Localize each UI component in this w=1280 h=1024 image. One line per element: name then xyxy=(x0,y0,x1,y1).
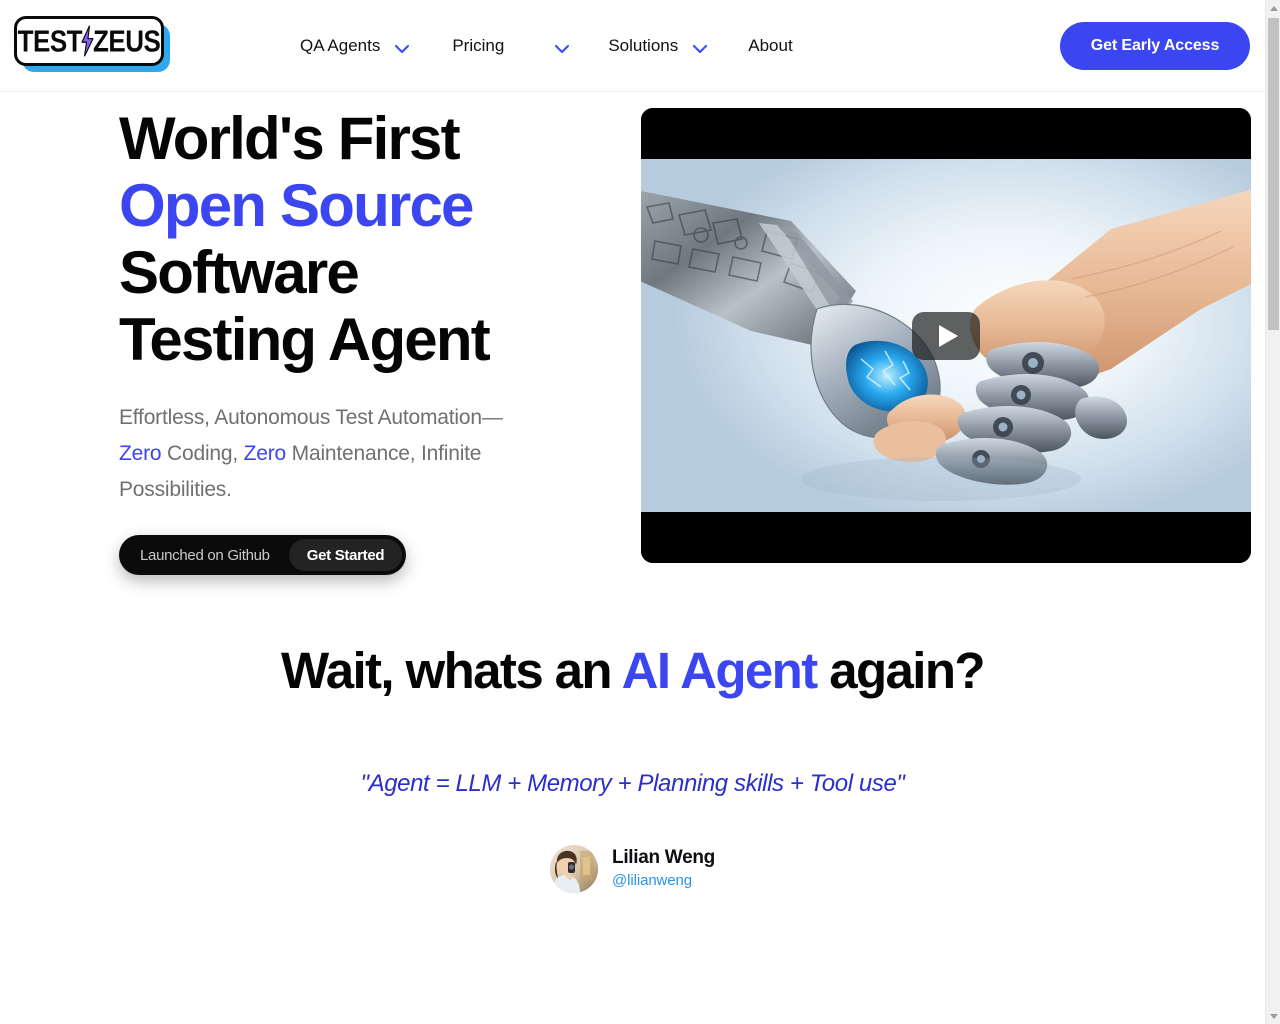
nav-label: QA Agents xyxy=(300,36,381,55)
author-text: Lilian Weng @lilianweng xyxy=(612,846,715,892)
quote-author: Lilian Weng @lilianweng xyxy=(0,845,1265,893)
hero-title-line-1: World's First xyxy=(119,105,461,172)
nav-item-pricing[interactable]: Pricing xyxy=(452,36,570,56)
play-button-icon[interactable] xyxy=(912,311,980,360)
logo-box: TEST ZEUS xyxy=(14,16,164,66)
nav-label: Pricing xyxy=(452,36,505,55)
main-nav: QA Agents Pricing Solutions About xyxy=(300,0,835,92)
github-launch-badge[interactable]: Launched on Github Get Started xyxy=(119,535,407,575)
github-badge-label: Launched on Github xyxy=(140,546,270,564)
hero-video-player[interactable] xyxy=(641,108,1251,563)
agent-quote: "Agent = LLM + Memory + Planning skills … xyxy=(360,770,905,797)
get-started-button[interactable]: Get Started xyxy=(288,539,403,571)
agent-heading-part-2: again? xyxy=(816,642,985,699)
hero-title: World's First Open Source Software Testi… xyxy=(119,105,619,373)
logo-text-test: TEST xyxy=(17,23,83,59)
nav-item-solutions[interactable]: Solutions xyxy=(608,36,708,56)
lightning-bolt-icon xyxy=(81,25,94,57)
nav-item-about[interactable]: About xyxy=(748,36,792,56)
video-letterbox-top xyxy=(641,108,1251,159)
page-scrollbar[interactable] xyxy=(1265,0,1280,1024)
hero-title-line-4: Testing Agent xyxy=(119,306,491,373)
logo-text-zeus: ZEUS xyxy=(93,23,161,59)
nav-item-qa-agents[interactable]: QA Agents xyxy=(300,36,410,56)
hero-sub-part-2: Coding, xyxy=(161,442,244,465)
scroll-up-arrow-icon[interactable] xyxy=(1266,0,1280,16)
chevron-down-icon[interactable] xyxy=(394,41,410,54)
hero-title-line-3: Software xyxy=(119,239,360,306)
hero-content: World's First Open Source Software Testi… xyxy=(119,105,619,575)
hero-subtitle: Effortless, Autonomous Test Automation— Z… xyxy=(119,400,509,508)
page-root: TEST ZEUS QA Agents Pricing Solutions Ab… xyxy=(0,0,1280,1024)
chevron-down-icon[interactable] xyxy=(554,41,570,54)
hero-sub-accent-1: Zero xyxy=(119,442,162,465)
hero-sub-accent-2: Zero xyxy=(243,442,287,465)
ai-agent-heading: Wait, whats an AI Agent again? xyxy=(0,640,1265,702)
play-triangle xyxy=(938,324,958,347)
author-name: Lilian Weng xyxy=(612,847,715,868)
logo-text: TEST ZEUS xyxy=(18,26,161,57)
ai-agent-section: Wait, whats an AI Agent again? "Agent = … xyxy=(0,640,1265,893)
hero-title-line-2: Open Source xyxy=(119,172,474,239)
author-handle-link[interactable]: @lilianweng xyxy=(612,870,715,892)
scroll-down-arrow-icon[interactable] xyxy=(1266,1008,1280,1024)
site-header: TEST ZEUS QA Agents Pricing Solutions Ab… xyxy=(0,0,1265,92)
nav-label: Solutions xyxy=(608,36,679,55)
hero-sub-part-1: Effortless, Autonomous Test Automation— xyxy=(119,406,503,429)
get-early-access-button[interactable]: Get Early Access xyxy=(1060,22,1250,70)
agent-heading-part-1: Wait, whats an xyxy=(281,642,622,699)
chevron-down-icon[interactable] xyxy=(692,41,708,54)
hero-section: World's First Open Source Software Testi… xyxy=(0,92,1265,592)
nav-label: About xyxy=(748,36,793,55)
logo[interactable]: TEST ZEUS xyxy=(14,16,174,76)
avatar xyxy=(550,845,599,893)
agent-heading-accent: AI Agent xyxy=(621,642,819,699)
video-letterbox-bottom xyxy=(641,512,1251,563)
scrollbar-thumb[interactable] xyxy=(1268,18,1279,330)
